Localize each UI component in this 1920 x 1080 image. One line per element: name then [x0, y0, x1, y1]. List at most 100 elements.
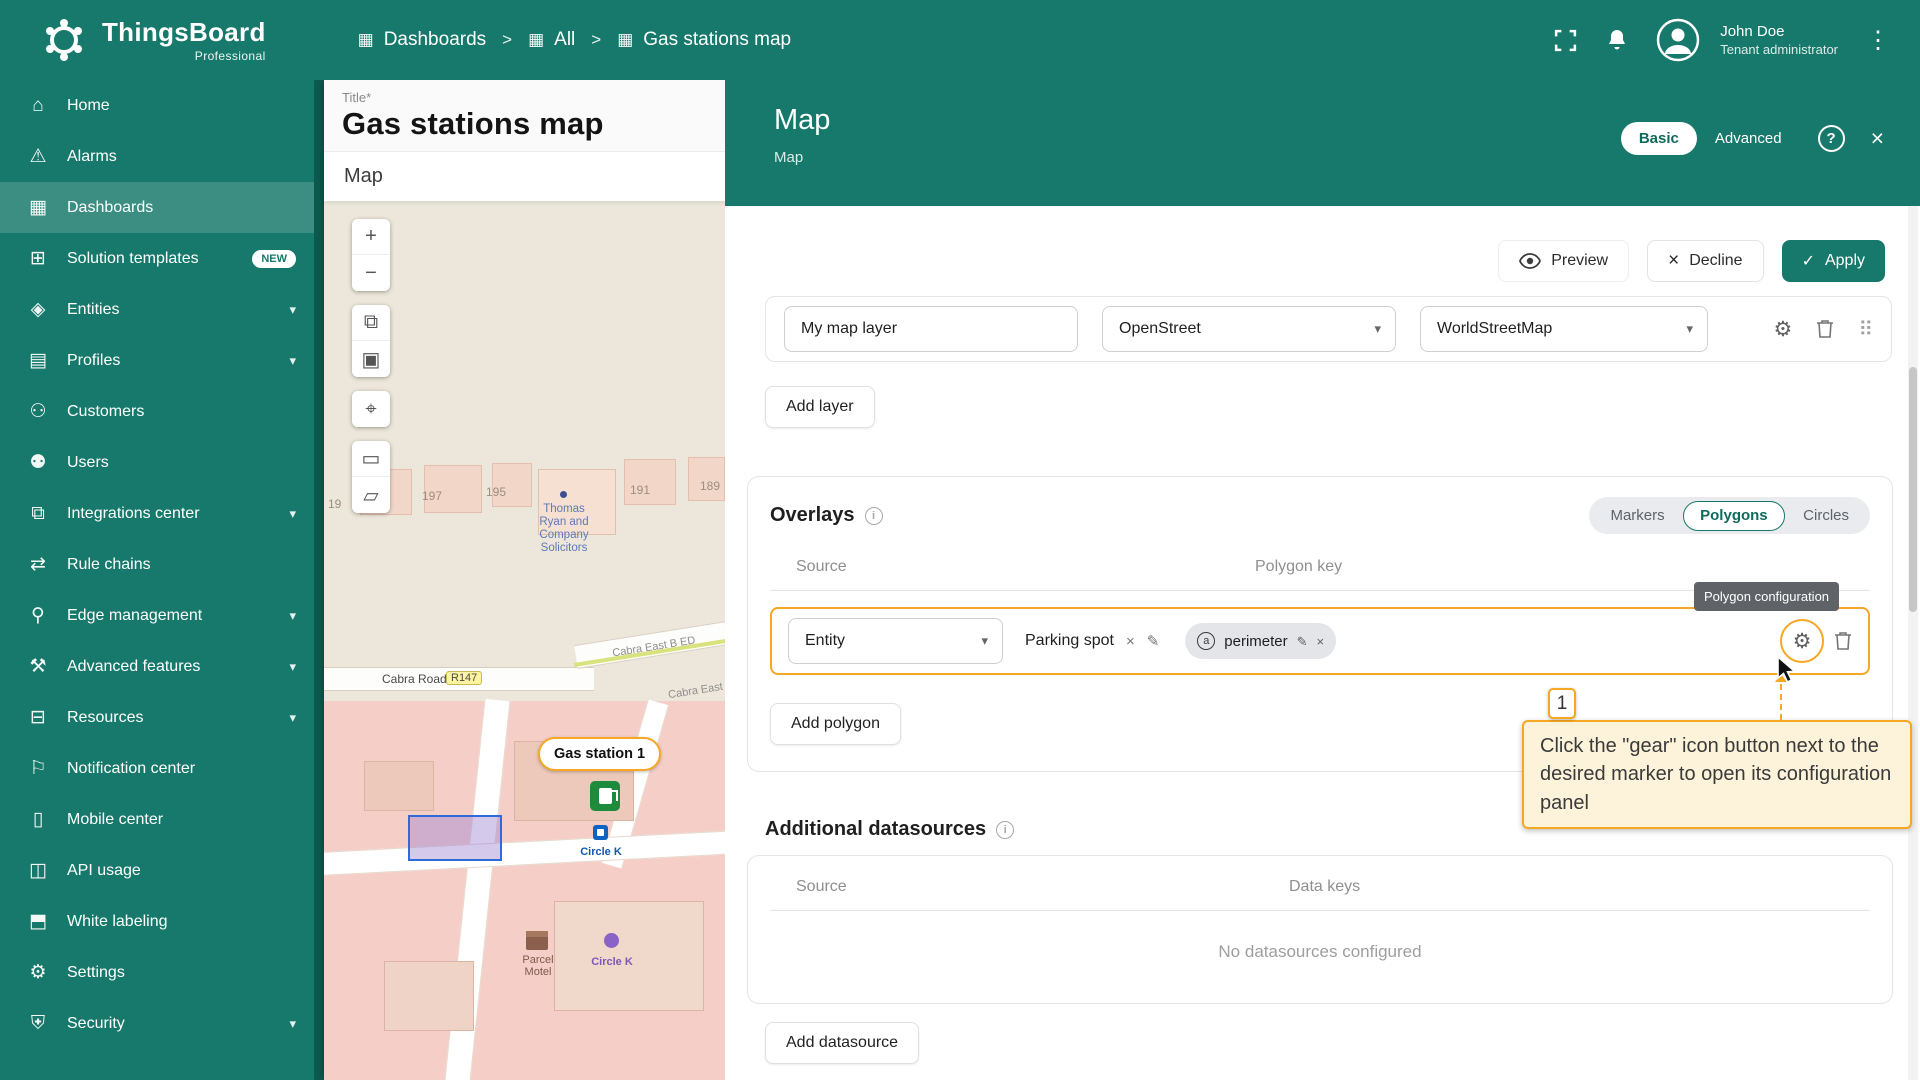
sidebar-item-alarms[interactable]: ⚠ Alarms: [0, 131, 314, 182]
polygon-delete-trash-icon[interactable]: [1834, 631, 1852, 651]
sidebar-item-users[interactable]: ⚉ Users: [0, 437, 314, 488]
tab-polygons[interactable]: Polygons: [1682, 500, 1786, 531]
advanced-features-icon: ⚒: [29, 656, 47, 677]
more-menu-button[interactable]: ⋮: [1866, 26, 1890, 55]
sidebar-item-security[interactable]: ⛨ Security ▾: [0, 998, 314, 1049]
notifications-bell-button[interactable]: [1606, 28, 1628, 52]
sidebar-item-settings[interactable]: ⚙ Settings: [0, 947, 314, 998]
advanced-mode-button[interactable]: Advanced: [1705, 122, 1792, 155]
circle-k-marker[interactable]: [593, 825, 608, 840]
sidebar-item-label: Advanced features: [67, 657, 201, 675]
sidebar-item-label: Mobile center: [67, 810, 164, 828]
layer-name-input[interactable]: [784, 306, 1078, 352]
sidebar-item-edge-management[interactable]: ⚲ Edge management ▾: [0, 590, 314, 641]
sidebar-item-solution-templates[interactable]: ⊞ Solution templates NEW: [0, 233, 314, 284]
breadcrumb-gas-stations-map[interactable]: ▦ Gas stations map: [617, 29, 791, 51]
check-icon: ✓: [1801, 253, 1815, 270]
draw-polygon-icon[interactable]: ▱: [352, 477, 390, 513]
remove-key-icon[interactable]: ×: [1317, 635, 1325, 648]
tab-circles[interactable]: Circles: [1785, 500, 1867, 531]
chevron-down-icon: ▾: [289, 709, 296, 725]
chevron-down-icon: ▾: [1686, 321, 1693, 336]
sidebar-item-mobile-center[interactable]: ▯ Mobile center: [0, 794, 314, 845]
rule-chains-icon: ⇄: [30, 554, 46, 575]
sidebar-item-white-labeling[interactable]: ⬒ White labeling: [0, 896, 314, 947]
polygon-key-chip[interactable]: a perimeter ✎ ×: [1185, 623, 1337, 659]
scrollbar-thumb[interactable]: [1909, 367, 1917, 612]
sidebar-item-label: Notification center: [67, 759, 196, 777]
circle-k-marker[interactable]: [604, 933, 619, 948]
clear-alias-icon[interactable]: ×: [1126, 634, 1135, 649]
resources-icon: ⊟: [30, 707, 46, 728]
sidebar-item-entities[interactable]: ◈ Entities ▾: [0, 284, 314, 335]
apply-button[interactable]: ✓ Apply: [1781, 240, 1885, 282]
parcel-motel-marker[interactable]: [526, 931, 548, 950]
zoom-out-button[interactable]: −: [352, 255, 390, 291]
map-building: [384, 961, 474, 1031]
tutorial-hint-callout: Click the "gear" icon button next to the…: [1522, 720, 1912, 830]
edit-alias-pencil-icon[interactable]: ✎: [1147, 634, 1160, 649]
avatar[interactable]: [1656, 18, 1700, 62]
polygon-configuration-tooltip: Polygon configuration: [1694, 582, 1840, 611]
layer-row-actions: ⚙ ⠿: [1774, 317, 1873, 342]
sidebar-item-customers[interactable]: ⚇ Customers: [0, 386, 314, 437]
edit-key-pencil-icon[interactable]: ✎: [1297, 635, 1308, 648]
place-marker-icon[interactable]: ⌖: [352, 391, 390, 427]
integrations-icon: ⧉: [31, 502, 45, 524]
add-datasource-button[interactable]: Add datasource: [765, 1022, 920, 1064]
tab-markers[interactable]: Markers: [1592, 500, 1682, 531]
connector-dashed-line: [1780, 684, 1782, 720]
basic-mode-button[interactable]: Basic: [1620, 122, 1697, 155]
sidebar-item-notification-center[interactable]: ⚐ Notification center: [0, 743, 314, 794]
breadcrumb-dashboards[interactable]: ▦ Dashboards: [358, 29, 487, 51]
layer-delete-trash-icon[interactable]: [1816, 319, 1834, 339]
polygon-source-select[interactable]: Entity ▾: [788, 618, 1003, 664]
road-ref-badge: R147: [446, 671, 483, 685]
draw-rectangle-icon[interactable]: ▭: [352, 441, 390, 477]
zoom-in-button[interactable]: +: [352, 219, 390, 255]
close-icon[interactable]: ×: [1871, 127, 1884, 150]
selected-polygon[interactable]: [408, 815, 502, 861]
brand: ThingsBoard Professional: [102, 17, 266, 63]
gas-station-marker[interactable]: [590, 781, 620, 811]
breadcrumb-label: Dashboards: [383, 29, 487, 50]
fullscreen-button[interactable]: [1553, 28, 1578, 53]
sidebar-item-integrations-center[interactable]: ⧉ Integrations center ▾: [0, 488, 314, 539]
sidebar-item-dashboards[interactable]: ▦ Dashboards: [0, 182, 314, 233]
dashboards-icon: ▦: [528, 30, 545, 49]
sidebar-item-api-usage[interactable]: ◫ API usage: [0, 845, 314, 896]
gas-station-tooltip[interactable]: Gas station 1: [538, 737, 662, 771]
datasources-empty-state: No datasources configured: [1218, 942, 1422, 961]
apply-label: Apply: [1824, 252, 1865, 269]
edge-management-icon: ⚲: [31, 605, 45, 626]
help-button[interactable]: ?: [1817, 125, 1845, 152]
info-icon: i: [996, 820, 1015, 839]
breadcrumb-all[interactable]: ▦ All: [528, 29, 575, 51]
map-widget[interactable]: + − ⧉ ▣ ⌖ ▭ ▱ 19 197 195 191 189 Thomas …: [324, 201, 725, 1080]
sidebar-item-resources[interactable]: ⊟ Resources ▾: [0, 692, 314, 743]
sidebar-item-profiles[interactable]: ▤ Profiles ▾: [0, 335, 314, 386]
poi-line: Solicitors: [540, 542, 588, 554]
basemap-icon[interactable]: ▣: [352, 341, 390, 377]
chevron-down-icon: ▾: [981, 633, 988, 648]
sidebar-item-advanced-features[interactable]: ⚒ Advanced features ▾: [0, 641, 314, 692]
decline-button[interactable]: × Decline: [1647, 240, 1764, 282]
sidebar-item-label: Resources: [67, 708, 144, 726]
sidebar-item-label: Users: [67, 453, 109, 471]
layer-settings-gear-icon[interactable]: ⚙: [1774, 319, 1793, 340]
sidebar-item-rule-chains[interactable]: ⇄ Rule chains: [0, 539, 314, 590]
layers-icon[interactable]: ⧉: [352, 305, 390, 341]
scrollbar[interactable]: [1908, 206, 1918, 1080]
sidebar-item-home[interactable]: ⌂ Home: [0, 80, 314, 131]
preview-button[interactable]: Preview: [1498, 240, 1630, 282]
map-building: [624, 459, 676, 505]
drag-handle[interactable]: ⠿: [1858, 317, 1873, 342]
sidebar-item-label: Alarms: [67, 147, 117, 165]
chevron-down-icon: ▾: [1374, 321, 1381, 336]
layer-type-select[interactable]: WorldStreetMap ▾: [1420, 306, 1708, 352]
layer-provider-select[interactable]: OpenStreet ▾: [1102, 306, 1396, 352]
breadcrumb: ▦ Dashboards > ▦ All > ▦ Gas stations ma…: [358, 29, 791, 51]
add-layer-button[interactable]: Add layer: [765, 386, 875, 428]
polygon-settings-gear-icon[interactable]: ⚙: [1793, 631, 1812, 652]
add-polygon-button[interactable]: Add polygon: [770, 703, 901, 745]
